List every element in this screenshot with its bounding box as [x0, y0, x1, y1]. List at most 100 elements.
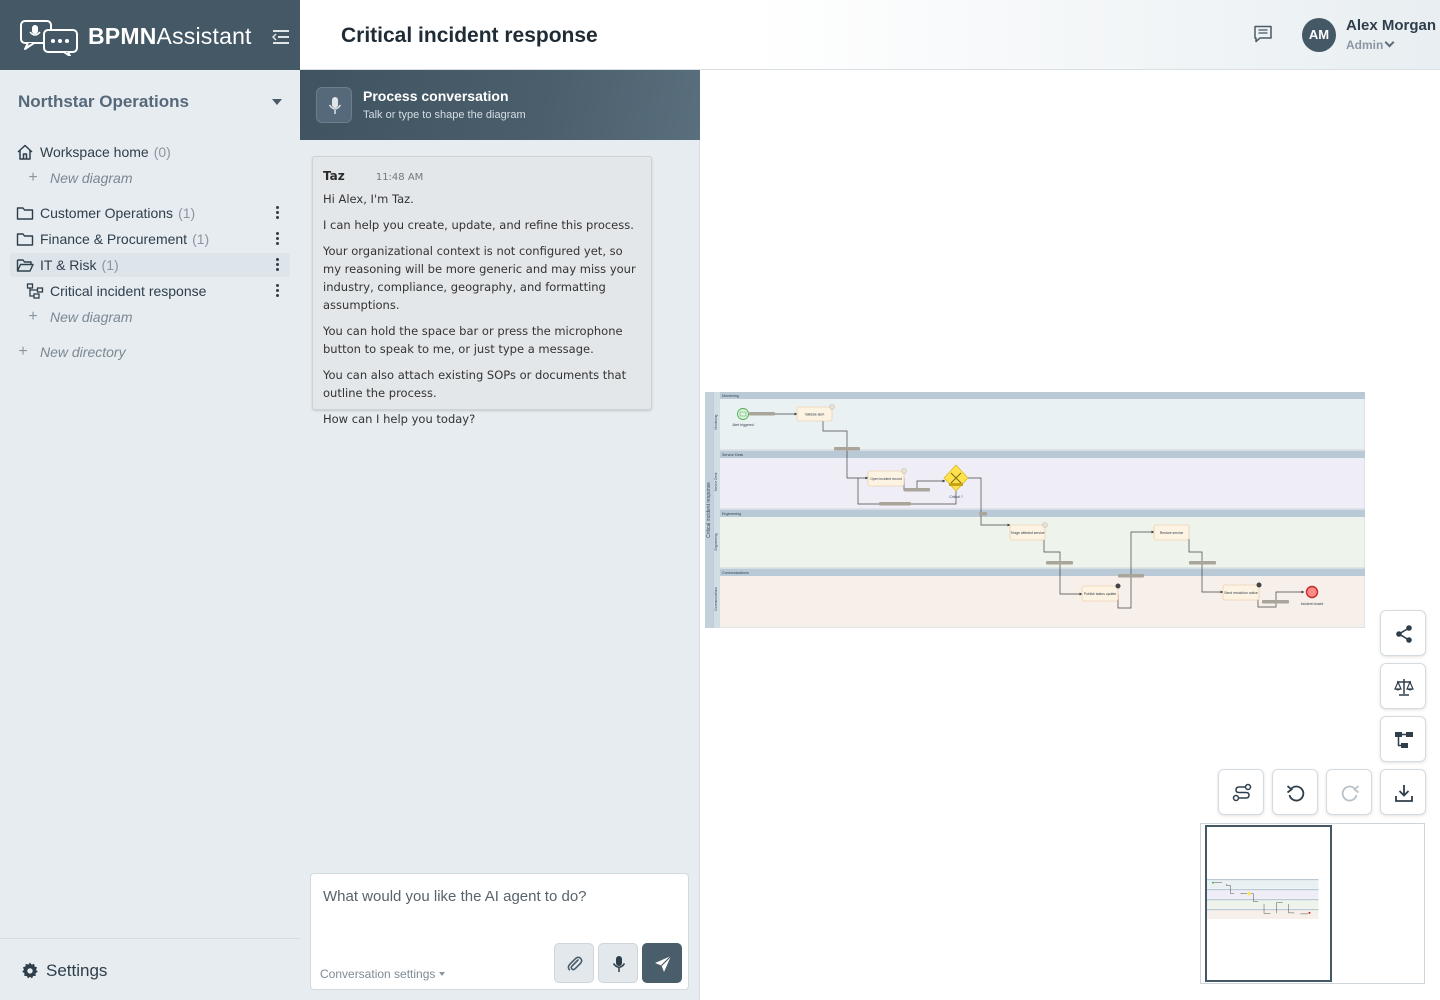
- avatar[interactable]: AM: [1302, 18, 1336, 52]
- new-directory-link[interactable]: + New directory: [14, 342, 125, 362]
- download-button[interactable]: [1380, 769, 1426, 815]
- sidebar-item-customer-operations[interactable]: Customer Operations (1): [10, 201, 290, 225]
- task-restore-service[interactable]: Restore service: [1153, 524, 1190, 541]
- message-input[interactable]: What would you like the AI agent to do?: [323, 888, 587, 905]
- plus-icon: +: [28, 308, 38, 325]
- chat-panel: Process conversation Talk or type to sha…: [300, 70, 700, 1000]
- home-icon: [17, 144, 33, 160]
- more-options-icon[interactable]: [274, 283, 280, 299]
- user-role-menu[interactable]: Admin: [1346, 37, 1395, 52]
- svg-text:Monitoring: Monitoring: [714, 414, 718, 429]
- chat-header: Process conversation Talk or type to sha…: [300, 70, 700, 140]
- minimap-viewport[interactable]: [1205, 825, 1332, 982]
- new-diagram-link[interactable]: + New diagram: [24, 307, 132, 327]
- send-icon: [655, 955, 672, 972]
- svg-text:Incident closed: Incident closed: [1301, 602, 1324, 606]
- logo-icon: [20, 20, 78, 56]
- top-bar: Critical incident response AM Alex Morga…: [300, 0, 1440, 70]
- paperclip-icon: [567, 956, 583, 971]
- more-options-icon[interactable]: [274, 231, 280, 247]
- assistant-message: Taz 11:48 AM Hi Alex, I'm Taz. I can hel…: [312, 156, 652, 426]
- minimap[interactable]: [1200, 823, 1425, 984]
- task-open-incident-record[interactable]: Open incident record: [867, 468, 907, 487]
- new-diagram-link[interactable]: + New diagram: [24, 168, 132, 188]
- svg-text:Open incident record: Open incident record: [870, 477, 902, 481]
- svg-text:Critical ?: Critical ?: [949, 495, 962, 499]
- attach-button[interactable]: [554, 943, 594, 983]
- svg-text:Alert triggered: Alert triggered: [732, 423, 753, 427]
- message-paragraph: I can help you create, update, and refin…: [323, 218, 634, 232]
- more-options-icon[interactable]: [274, 205, 280, 221]
- redo-icon: [1341, 785, 1360, 802]
- compliance-button[interactable]: [1380, 663, 1426, 709]
- task-publish-status-update[interactable]: Publish status update: [1081, 583, 1121, 602]
- redo-button[interactable]: [1326, 769, 1372, 815]
- layout-button[interactable]: [1380, 716, 1426, 762]
- task-send-resolution-notice[interactable]: Send resolution notice: [1222, 582, 1262, 601]
- chat-toggle-icon[interactable]: [1253, 25, 1273, 43]
- chat-title: Process conversation: [363, 88, 509, 104]
- lane-communications: Communications Communications: [713, 568, 1365, 628]
- sidebar-item-it-risk[interactable]: IT & Risk (1): [10, 253, 290, 277]
- folder-open-icon: [16, 259, 34, 272]
- pool-label: Critical incident response: [706, 482, 712, 538]
- svg-text:Engineering: Engineering: [714, 533, 718, 550]
- diagram-icon: [26, 283, 44, 299]
- folder-icon: [16, 207, 34, 220]
- undo-icon: [1286, 785, 1305, 802]
- message-author: Taz: [323, 169, 345, 183]
- svg-text:Service Desk: Service Desk: [722, 453, 743, 457]
- task-triage-affected-service[interactable]: Triage affected service: [1009, 522, 1048, 541]
- sidebar-item-critical-incident-response[interactable]: Critical incident response: [20, 279, 290, 303]
- workspace-name: Northstar Operations: [18, 92, 189, 111]
- share-button[interactable]: [1380, 610, 1426, 656]
- collapse-sidebar-icon[interactable]: [272, 29, 290, 45]
- message-paragraph: Hi Alex, I'm Taz.: [323, 192, 414, 206]
- lane-service-desk: Service Desk Service Desk: [713, 450, 1365, 510]
- brand-header: BPMNAssistant: [0, 0, 300, 70]
- plus-icon: +: [28, 169, 38, 186]
- user-name[interactable]: Alex Morgan: [1346, 17, 1436, 34]
- svg-text:Service Desk: Service Desk: [714, 472, 718, 491]
- svg-text:Triage affected service: Triage affected service: [1010, 531, 1044, 535]
- microphone-icon: [328, 97, 342, 114]
- voice-mode-button[interactable]: [316, 87, 352, 123]
- microphone-button[interactable]: [598, 943, 638, 983]
- svg-text:Send resolution notice: Send resolution notice: [1224, 591, 1258, 595]
- share-icon: [1396, 625, 1412, 643]
- svg-text:Monitoring: Monitoring: [722, 394, 739, 398]
- folder-icon: [16, 233, 34, 246]
- route-icon: [1232, 783, 1252, 802]
- download-icon: [1395, 785, 1413, 802]
- gear-icon: [22, 962, 38, 979]
- message-paragraph: You can also attach existing SOPs or doc…: [323, 368, 627, 400]
- bpmn-diagram[interactable]: Critical incident response Monitoring Mo…: [705, 392, 1365, 628]
- path-simulation-button[interactable]: [1218, 769, 1264, 815]
- svg-text:Restore service: Restore service: [1160, 531, 1184, 535]
- workspace-selector[interactable]: Northstar Operations: [0, 70, 300, 132]
- caret-down-icon: [439, 972, 446, 976]
- hierarchy-icon: [1395, 732, 1413, 748]
- message-paragraph: You can hold the space bar or press the …: [323, 324, 623, 356]
- brand-name: BPMNAssistant: [88, 23, 252, 49]
- message-paragraph: Your organizational context is not confi…: [323, 244, 636, 312]
- svg-text:Communications: Communications: [722, 571, 749, 575]
- plus-icon: +: [18, 343, 28, 360]
- settings-button[interactable]: Settings: [0, 938, 300, 1000]
- task-validate-alert[interactable]: Validate alert: [796, 404, 835, 422]
- svg-text:Engineering: Engineering: [722, 512, 741, 516]
- sidebar: BPMNAssistant Northstar Operations Works…: [0, 0, 300, 1000]
- sidebar-item-finance-procurement[interactable]: Finance & Procurement (1): [10, 227, 290, 251]
- scale-balance-icon: [1394, 679, 1414, 696]
- undo-button[interactable]: [1272, 769, 1318, 815]
- chat-subtitle: Talk or type to shape the diagram: [363, 109, 526, 121]
- diagram-canvas[interactable]: Critical incident response Monitoring Mo…: [700, 70, 1440, 1000]
- page-title: Critical incident response: [341, 24, 598, 47]
- message-time: 11:48 AM: [375, 172, 424, 183]
- conversation-settings-toggle[interactable]: Conversation settings: [320, 967, 446, 981]
- svg-text:Validate alert: Validate alert: [805, 413, 825, 417]
- sidebar-item-workspace-home[interactable]: Workspace home (0): [10, 140, 290, 164]
- svg-text:Publish status update: Publish status update: [1084, 592, 1117, 596]
- send-button[interactable]: [642, 943, 682, 983]
- more-options-icon[interactable]: [274, 257, 280, 273]
